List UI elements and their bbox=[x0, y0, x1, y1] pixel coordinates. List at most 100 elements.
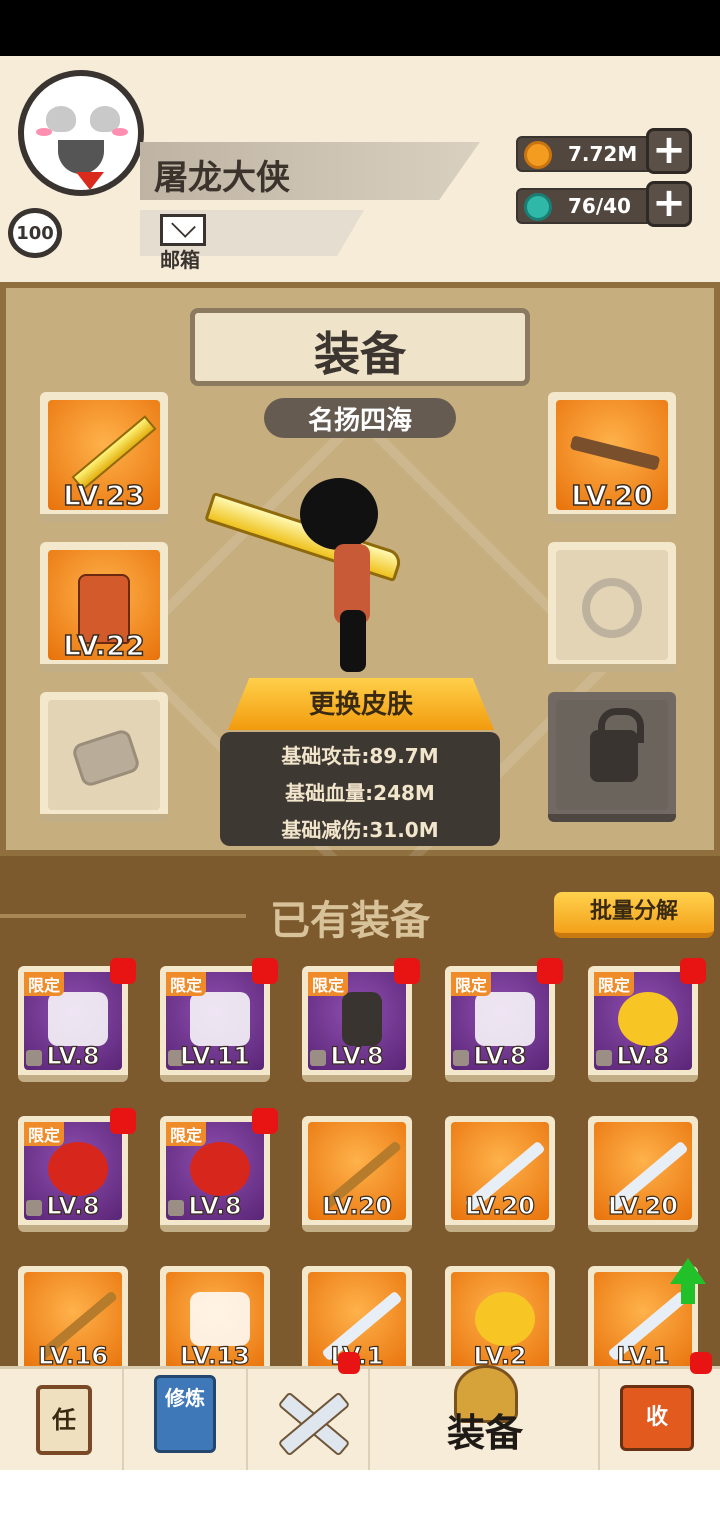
nav-task[interactable]: 任 bbox=[0, 1369, 124, 1473]
cultivate-book-icon: 修炼 bbox=[154, 1375, 216, 1453]
new-item-dot bbox=[394, 958, 420, 984]
item-icon bbox=[475, 992, 535, 1046]
coin-icon bbox=[524, 141, 552, 169]
item-level: LV.20 bbox=[607, 1191, 678, 1220]
system-bottom-bar bbox=[0, 1470, 720, 1520]
new-item-dot bbox=[537, 958, 563, 984]
ring-icon bbox=[582, 578, 642, 638]
inventory-item[interactable]: 限定 LV.8 bbox=[160, 1108, 278, 1232]
slot-accessory-bg bbox=[48, 700, 160, 810]
limited-tag: 限定 bbox=[166, 1122, 207, 1146]
limited-tag: 限定 bbox=[24, 972, 65, 996]
slot-ring-bg bbox=[556, 550, 668, 660]
batch-dismantle-button[interactable]: 批量分解 bbox=[554, 892, 714, 938]
inventory-item[interactable]: 限定 LV.8 bbox=[302, 958, 420, 1082]
inventory-divider bbox=[0, 914, 246, 918]
avatar-mouth bbox=[58, 140, 104, 174]
coin-value: 7.72M bbox=[568, 142, 638, 166]
coin-counter: 7.72M bbox=[516, 136, 666, 172]
shop-notification-dot bbox=[690, 1352, 712, 1374]
item-icon bbox=[190, 992, 250, 1046]
limited-tag: 限定 bbox=[24, 1122, 65, 1146]
new-item-dot bbox=[252, 1108, 278, 1134]
slot-locked[interactable] bbox=[548, 692, 676, 822]
inventory-item[interactable]: 限定 LV.11 bbox=[160, 958, 278, 1082]
inventory-item[interactable]: LV.20 bbox=[588, 1116, 698, 1232]
panel-subtitle: 名扬四海 bbox=[307, 406, 412, 436]
stat-defense: 基础减伤:31.0M bbox=[281, 818, 439, 842]
slot-armor[interactable]: LV.22 bbox=[40, 542, 168, 672]
item-level: LV.8 bbox=[46, 1191, 100, 1220]
hero-legs bbox=[340, 610, 366, 672]
stat-attack: 基础攻击:89.7M bbox=[281, 744, 439, 768]
mail-label[interactable]: 邮箱 bbox=[160, 244, 200, 273]
avatar-blush-right bbox=[112, 128, 128, 136]
item-icon bbox=[618, 992, 678, 1046]
limited-tag: 限定 bbox=[451, 972, 492, 996]
gem-icon bbox=[524, 193, 552, 221]
limited-tag: 限定 bbox=[308, 972, 349, 996]
item-level: LV.11 bbox=[179, 1041, 250, 1070]
item-level: LV.20 bbox=[464, 1191, 535, 1220]
inventory-item[interactable]: LV.16 bbox=[18, 1266, 128, 1382]
inventory-item[interactable]: LV.13 bbox=[160, 1266, 270, 1382]
nav-shop[interactable]: 收 bbox=[600, 1369, 720, 1473]
inventory-item[interactable]: 限定 LV.8 bbox=[588, 958, 706, 1082]
add-coins-button[interactable]: + bbox=[646, 128, 692, 174]
item-icon bbox=[190, 1292, 250, 1346]
avatar-tie bbox=[76, 172, 104, 190]
slot-armor-level: LV.22 bbox=[62, 628, 145, 663]
slot-weapon-level: LV.23 bbox=[62, 478, 145, 513]
nav-equipment-label[interactable]: 装备 bbox=[370, 1402, 600, 1457]
hero-character bbox=[200, 470, 430, 680]
battle-notification-dot bbox=[338, 1352, 360, 1374]
hero-head bbox=[300, 478, 378, 550]
inventory-item[interactable]: 限定 LV.8 bbox=[18, 958, 136, 1082]
nav-battle[interactable] bbox=[248, 1369, 370, 1473]
nav-cultivate[interactable]: 修炼 bbox=[124, 1369, 248, 1473]
scroll-icon bbox=[70, 727, 142, 789]
gem-counter: 76/40 bbox=[516, 188, 666, 224]
gem-value: 76/40 bbox=[568, 194, 631, 218]
item-level: LV.20 bbox=[321, 1191, 392, 1220]
inventory-item[interactable]: 限定 LV.8 bbox=[445, 958, 563, 1082]
inventory-item[interactable]: 限定 LV.8 bbox=[18, 1108, 136, 1232]
hat-icon bbox=[569, 435, 661, 471]
item-icon bbox=[475, 1292, 535, 1346]
new-item-dot bbox=[680, 958, 706, 984]
player-level-badge: 100 bbox=[8, 208, 62, 258]
slot-locked-bg bbox=[556, 700, 668, 810]
inventory-item[interactable]: LV.20 bbox=[445, 1116, 555, 1232]
new-item-dot bbox=[110, 958, 136, 984]
item-icon bbox=[342, 992, 382, 1046]
inventory-item[interactable]: LV.20 bbox=[302, 1116, 412, 1232]
upgrade-arrow-icon bbox=[670, 1258, 706, 1304]
mail-icon[interactable] bbox=[160, 214, 206, 246]
new-item-dot bbox=[110, 1108, 136, 1134]
lock-icon bbox=[590, 708, 644, 782]
change-skin-label[interactable]: 更换皮肤 bbox=[228, 684, 494, 721]
new-item-dot bbox=[252, 958, 278, 984]
item-level: LV.8 bbox=[330, 1041, 384, 1070]
limited-tag: 限定 bbox=[166, 972, 207, 996]
item-level: LV.8 bbox=[188, 1191, 242, 1220]
inventory-title: 已有装备 bbox=[270, 898, 430, 944]
slot-hat[interactable]: LV.20 bbox=[548, 392, 676, 522]
slot-hat-level: LV.20 bbox=[570, 478, 653, 513]
avatar-blush-left bbox=[36, 128, 52, 136]
limited-tag: 限定 bbox=[594, 972, 635, 996]
avatar-eye-left bbox=[46, 106, 76, 132]
inventory-item[interactable]: LV.2 bbox=[445, 1266, 555, 1382]
slot-accessory[interactable] bbox=[40, 692, 168, 822]
item-icon bbox=[48, 992, 108, 1046]
item-level: LV.8 bbox=[616, 1041, 670, 1070]
item-icon bbox=[48, 1142, 108, 1196]
stat-hp: 基础血量:248M bbox=[285, 781, 435, 805]
slot-weapon[interactable]: LV.23 bbox=[40, 392, 168, 522]
player-name: 屠龙大侠 bbox=[154, 158, 290, 198]
add-gems-button[interactable]: + bbox=[646, 181, 692, 227]
item-icon bbox=[190, 1142, 250, 1196]
slot-ring[interactable] bbox=[548, 542, 676, 672]
player-avatar[interactable] bbox=[18, 70, 144, 196]
bottom-nav: 任 修炼 收 bbox=[0, 1365, 720, 1473]
